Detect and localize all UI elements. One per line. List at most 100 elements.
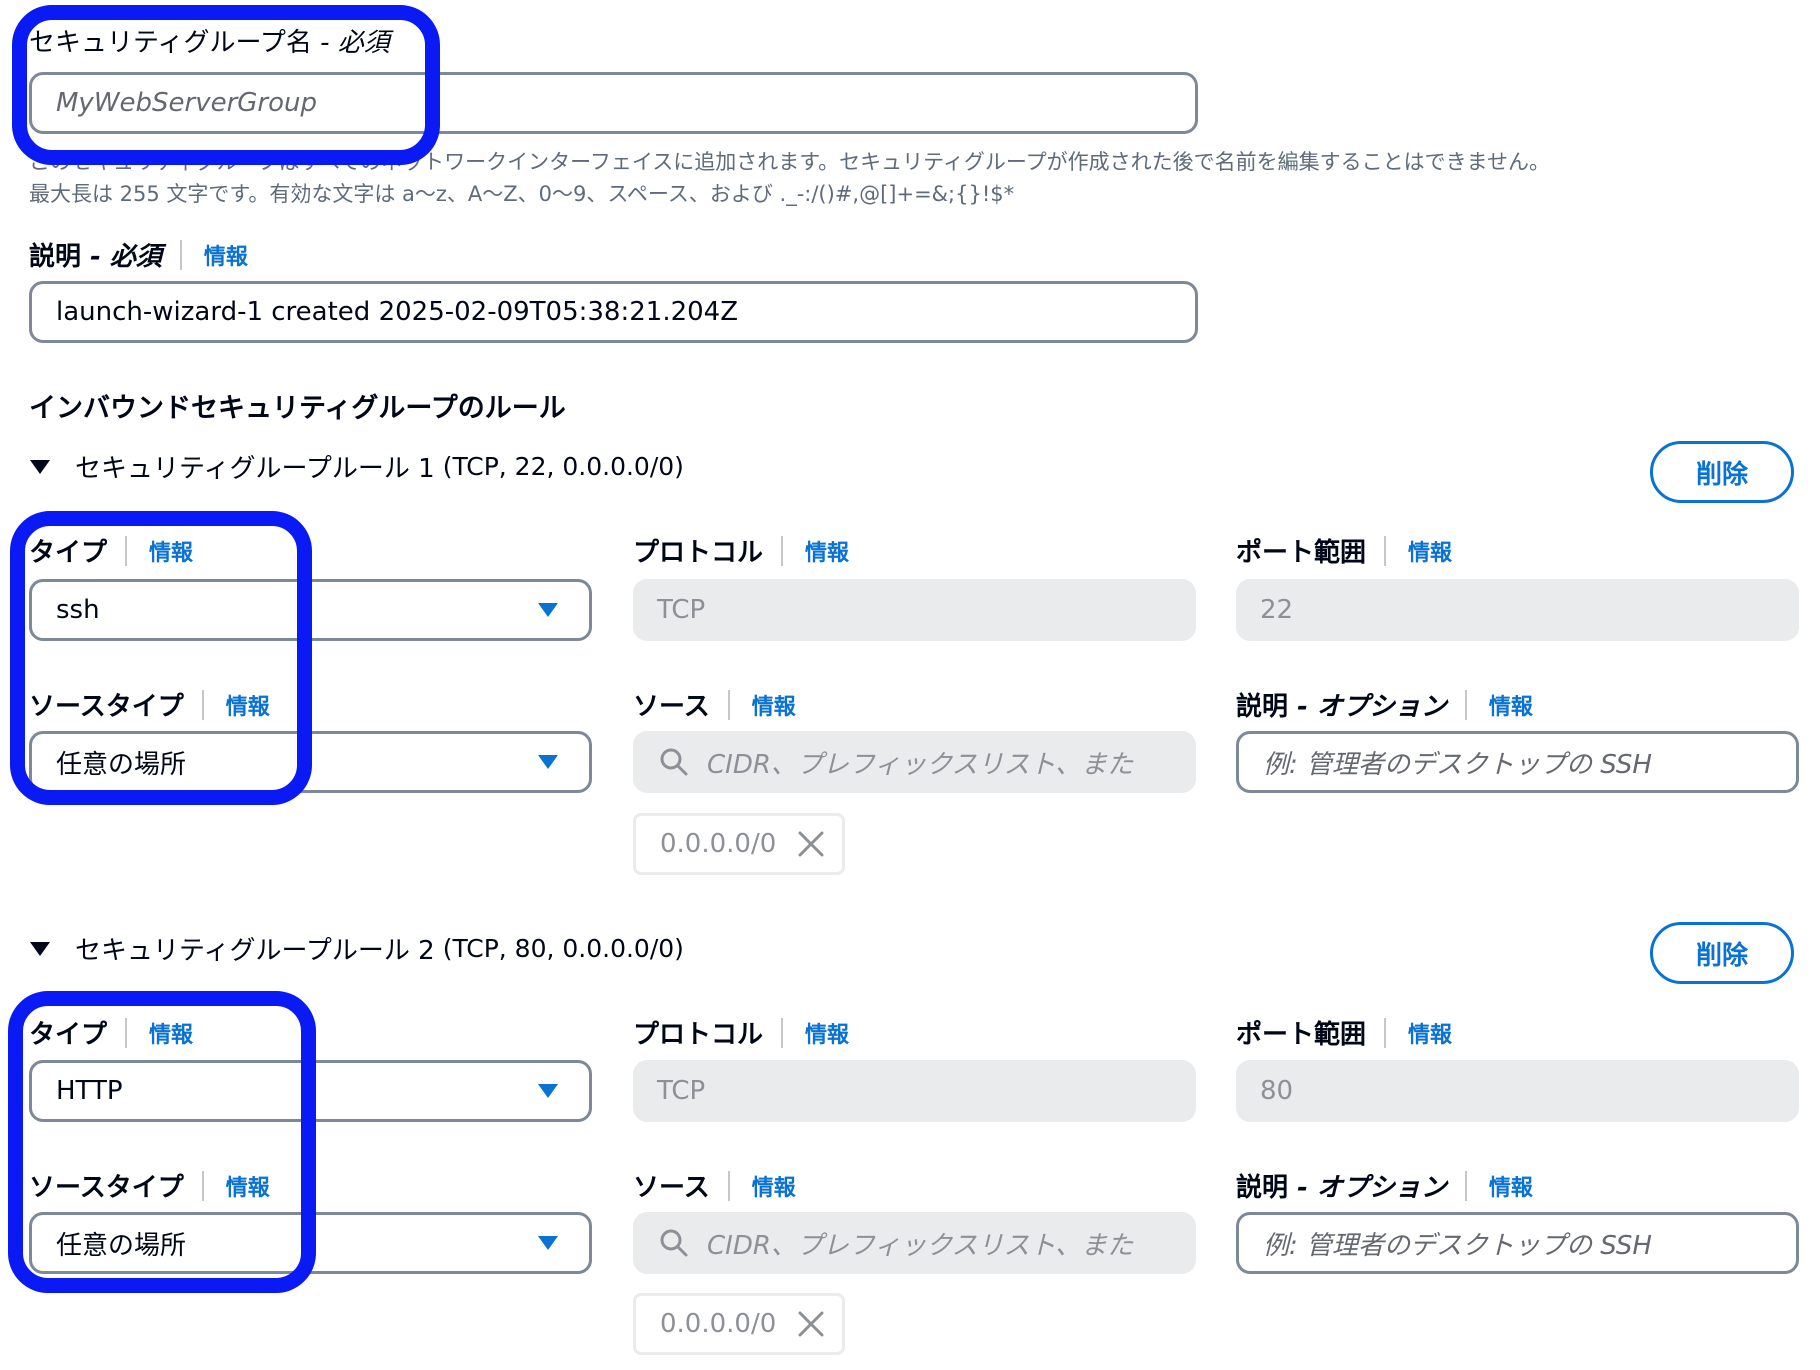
- close-icon[interactable]: [798, 831, 824, 857]
- rule-2-port-info-link[interactable]: 情報: [1408, 1017, 1452, 1049]
- triangle-down-icon: [30, 941, 50, 956]
- rule-1-protocol-label-row: プロトコル 情報: [633, 532, 849, 569]
- rule-2-desc-input[interactable]: 例: 管理者のデスクトップの SSH: [1236, 1212, 1799, 1274]
- rule-2-desc-label: 説明 - オプション: [1236, 1173, 1447, 1203]
- rule-1-detail: (TCP, 22, 0.0.0.0/0): [442, 452, 684, 481]
- rule-2-desc-placeholder: 例: 管理者のデスクトップの SSH: [1263, 1230, 1652, 1261]
- rule-2-source-type-label-row: ソースタイプ 情報: [29, 1167, 270, 1204]
- label-divider: [781, 535, 784, 566]
- label-divider: [201, 1170, 204, 1201]
- caret-down-icon: [538, 1084, 558, 1098]
- label-divider: [1464, 689, 1467, 720]
- group-name-placeholder: MyWebServerGroup: [56, 88, 318, 118]
- label-divider: [125, 1017, 128, 1048]
- rule-1-type-select[interactable]: ssh: [29, 579, 592, 641]
- group-name-hint-1: このセキュリティグループはすべてのネットワークインターフェイスに追加されます。セ…: [29, 150, 1551, 174]
- rule-2-source-type-select[interactable]: 任意の場所: [29, 1212, 592, 1274]
- rule-1-type-value: ssh: [56, 595, 100, 625]
- rule-1-source-type-select[interactable]: 任意の場所: [29, 731, 592, 793]
- label-divider: [179, 239, 182, 270]
- rule-1-port-info-link[interactable]: 情報: [1408, 535, 1452, 567]
- rule-1-title: セキュリティグループルール 1: [75, 454, 435, 484]
- description-input[interactable]: launch-wizard-1 created 2025-02-09T05:38…: [29, 281, 1198, 343]
- rule-2-protocol-label: プロトコル: [633, 1020, 764, 1050]
- rule-1-source-token: 0.0.0.0/0: [633, 813, 845, 875]
- rule-1-protocol-info-link[interactable]: 情報: [805, 535, 849, 567]
- rule-1-delete-button[interactable]: 削除: [1650, 441, 1794, 503]
- rule-1-port-value: 22: [1260, 595, 1294, 625]
- label-divider: [727, 689, 730, 720]
- rule-2-source-label: ソース: [633, 1173, 710, 1203]
- rule-2-title: セキュリティグループルール 2: [75, 936, 435, 966]
- rule-1-type-label-row: タイプ 情報: [29, 532, 193, 569]
- rule-1-source-type-label-row: ソースタイプ 情報: [29, 686, 270, 723]
- rule-2-type-value: HTTP: [56, 1076, 123, 1106]
- rule-2-source-info-link[interactable]: 情報: [752, 1170, 796, 1202]
- rule-2-port-label: ポート範囲: [1236, 1020, 1367, 1050]
- rule-2-header[interactable]: セキュリティグループルール 2 (TCP, 80, 0.0.0.0/0): [29, 930, 684, 967]
- rule-1-type-label: タイプ: [29, 538, 108, 568]
- rule-2-protocol-label-row: プロトコル 情報: [633, 1014, 849, 1051]
- rule-1-source-label-row: ソース 情報: [633, 686, 796, 723]
- rule-2-protocol-value: TCP: [657, 1076, 706, 1106]
- rule-2-port-value: 80: [1260, 1076, 1294, 1106]
- rule-2-detail: (TCP, 80, 0.0.0.0/0): [442, 934, 684, 963]
- label-divider: [201, 689, 204, 720]
- rule-2-source-token: 0.0.0.0/0: [633, 1293, 845, 1355]
- rule-1-source-placeholder: CIDR、プレフィックスリスト、また: [707, 749, 1134, 780]
- rule-1-port-field: 22: [1236, 579, 1799, 641]
- triangle-down-icon: [30, 459, 50, 474]
- rule-1-source-input[interactable]: CIDR、プレフィックスリスト、また: [633, 731, 1196, 793]
- rule-2-desc-label-row: 説明 - オプション 情報: [1236, 1167, 1533, 1204]
- rule-1-source-token-label: 0.0.0.0/0: [660, 829, 777, 859]
- label-divider: [1384, 1017, 1387, 1048]
- search-icon: [660, 1229, 688, 1257]
- rule-1-type-info-link[interactable]: 情報: [149, 535, 193, 567]
- rule-2-delete-button[interactable]: 削除: [1650, 922, 1794, 984]
- rule-1-source-type-value: 任意の場所: [56, 749, 187, 780]
- rule-1-port-label-row: ポート範囲 情報: [1236, 532, 1452, 569]
- close-icon[interactable]: [798, 1311, 824, 1337]
- group-name-input[interactable]: MyWebServerGroup: [29, 72, 1198, 134]
- rule-1-protocol-value: TCP: [657, 595, 706, 625]
- description-label-row: 説明 - 必須 情報: [29, 236, 248, 273]
- rule-1-source-type-info-link[interactable]: 情報: [226, 689, 270, 721]
- group-name-label: セキュリティグループ名 - 必須: [29, 28, 390, 58]
- caret-down-icon: [538, 603, 558, 617]
- rule-2-protocol-field: TCP: [633, 1060, 1196, 1122]
- rule-2-type-label: タイプ: [29, 1020, 108, 1050]
- rule-2-source-placeholder: CIDR、プレフィックスリスト、また: [707, 1230, 1134, 1261]
- rule-1-desc-input[interactable]: 例: 管理者のデスクトップの SSH: [1236, 731, 1799, 793]
- rule-1-source-info-link[interactable]: 情報: [752, 689, 796, 721]
- rule-2-source-token-label: 0.0.0.0/0: [660, 1309, 777, 1339]
- rule-1-source-type-label: ソースタイプ: [29, 692, 184, 722]
- rule-2-type-select[interactable]: HTTP: [29, 1060, 592, 1122]
- rule-1-port-label: ポート範囲: [1236, 538, 1367, 568]
- label-divider: [1464, 1170, 1467, 1201]
- rule-2-port-label-row: ポート範囲 情報: [1236, 1014, 1452, 1051]
- rule-2-source-input[interactable]: CIDR、プレフィックスリスト、また: [633, 1212, 1196, 1274]
- rule-2-type-info-link[interactable]: 情報: [149, 1017, 193, 1049]
- description-info-link[interactable]: 情報: [204, 239, 248, 271]
- label-divider: [125, 535, 128, 566]
- rule-1-header[interactable]: セキュリティグループルール 1 (TCP, 22, 0.0.0.0/0): [29, 448, 684, 485]
- rule-2-source-type-label: ソースタイプ: [29, 1173, 184, 1203]
- rule-2-type-label-row: タイプ 情報: [29, 1014, 193, 1051]
- rule-1-desc-placeholder: 例: 管理者のデスクトップの SSH: [1263, 749, 1652, 780]
- rule-2-desc-info-link[interactable]: 情報: [1489, 1170, 1533, 1202]
- rule-1-desc-info-link[interactable]: 情報: [1489, 689, 1533, 721]
- search-icon: [660, 748, 688, 776]
- rule-1-source-label: ソース: [633, 692, 710, 722]
- label-divider: [727, 1170, 730, 1201]
- rule-1-protocol-field: TCP: [633, 579, 1196, 641]
- description-value: launch-wizard-1 created 2025-02-09T05:38…: [56, 297, 739, 327]
- description-label: 説明 - 必須: [29, 242, 162, 272]
- group-name-hint-2: 最大長は 255 文字です。有効な文字は a～z、A～Z、0～9、スペース、およ…: [29, 182, 1015, 206]
- rule-2-source-type-value: 任意の場所: [56, 1230, 187, 1261]
- inbound-rules-title: インバウンドセキュリティグループのルール: [29, 393, 566, 424]
- rule-1-protocol-label: プロトコル: [633, 538, 764, 568]
- label-divider: [781, 1017, 784, 1048]
- rule-1-desc-label-row: 説明 - オプション 情報: [1236, 686, 1533, 723]
- rule-2-source-type-info-link[interactable]: 情報: [226, 1170, 270, 1202]
- rule-2-protocol-info-link[interactable]: 情報: [805, 1017, 849, 1049]
